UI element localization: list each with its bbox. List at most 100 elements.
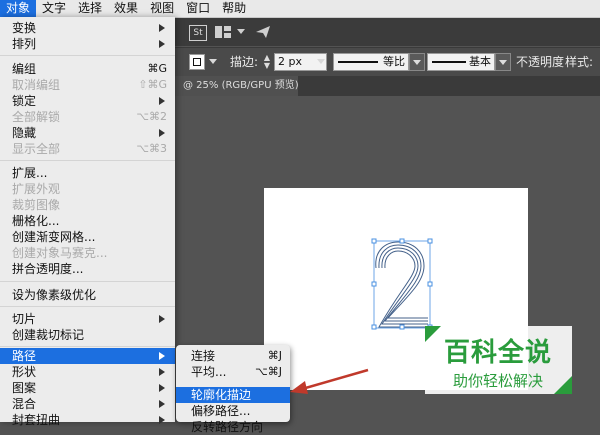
style-label[interactable]: 样式: [565, 55, 593, 69]
submenu-item-average[interactable]: 平均... ⌥⌘J [176, 364, 290, 380]
menu-item-label: 编组 [12, 62, 37, 76]
menu-item-gradient-mesh[interactable]: 创建渐变网格... [0, 229, 175, 245]
menubar-type[interactable]: 文字 [36, 0, 72, 17]
submenu-arrow-icon [159, 384, 165, 392]
menu-item-label: 图案 [12, 381, 37, 395]
menu-item-label: 创建渐变网格... [12, 230, 96, 244]
menubar-view[interactable]: 视图 [144, 0, 180, 17]
profile-dropdown-button[interactable] [409, 53, 425, 71]
menu-item-ungroup[interactable]: 取消编组 ⇧⌘G [0, 77, 175, 93]
menu-item-label: 全部解锁 [12, 110, 61, 124]
brush-dropdown-button[interactable] [495, 53, 511, 71]
menu-divider [0, 306, 175, 307]
menu-item-label: 路径 [12, 349, 37, 363]
menu-item-label: 变换 [12, 21, 37, 35]
menu-item-unlock-all[interactable]: 全部解锁 ⌥⌘2 [0, 109, 175, 125]
submenu-arrow-icon [159, 416, 165, 424]
submenu-item-offset-path[interactable]: 偏移路径... [176, 403, 290, 419]
menu-divider [0, 346, 175, 347]
menu-item-label: 混合 [12, 397, 37, 411]
menu-item-path[interactable]: 路径 [0, 348, 175, 364]
menu-item-trim-marks[interactable]: 创建裁切标记 [0, 327, 175, 343]
submenu-arrow-icon [159, 352, 165, 360]
brush-label: 基本 [469, 55, 491, 68]
profile-label: 等比 [383, 55, 405, 68]
menubar-select[interactable]: 选择 [72, 0, 108, 17]
submenu-item-label: 轮廓化描边 [191, 388, 252, 402]
stroke-color-swatch[interactable] [189, 54, 205, 70]
submenu-arrow-icon [159, 97, 165, 105]
menu-item-label: 隐藏 [12, 126, 37, 140]
menu-divider [0, 55, 175, 56]
menu-divider [0, 281, 175, 282]
menu-item-group[interactable]: 编组 ⌘G [0, 61, 175, 77]
menu-shortcut: ⌥⌘J [255, 365, 282, 378]
menu-item-rasterize[interactable]: 栅格化... [0, 213, 175, 229]
menu-item-object-mosaic[interactable]: 创建对象马赛克... [0, 245, 175, 261]
menu-item-label: 创建对象马赛克... [12, 246, 108, 260]
menu-shortcut: ⌥⌘2 [136, 110, 167, 123]
stock-button[interactable]: St [189, 25, 207, 41]
watermark-subtitle: 助你轻松解决 [453, 372, 544, 390]
menu-item-lock[interactable]: 锁定 [0, 93, 175, 109]
menu-item-show-all[interactable]: 显示全部 ⌥⌘3 [0, 141, 175, 157]
menu-item-pattern[interactable]: 图案 [0, 380, 175, 396]
menu-item-pixel-perfect[interactable]: 设为像素级优化 [0, 287, 175, 303]
annotation-arrow-icon [290, 368, 369, 394]
menu-item-label: 栅格化... [12, 214, 60, 228]
submenu-item-outline-stroke[interactable]: 轮廓化描边 [176, 387, 290, 403]
submenu-item-label: 平均... [191, 365, 227, 379]
chevron-down-icon[interactable] [317, 59, 325, 64]
submenu-arrow-icon [159, 368, 165, 376]
menu-item-envelope-distort[interactable]: 封套扭曲 [0, 412, 175, 428]
opacity-label[interactable]: 不透明度 [516, 55, 564, 69]
watermark-logo: 百科全说 助你轻松解决 [423, 324, 574, 396]
menu-item-label: 拼合透明度... [12, 262, 84, 276]
menubar-window[interactable]: 窗口 [180, 0, 216, 17]
chevron-down-icon[interactable] [237, 29, 245, 34]
menu-item-blend[interactable]: 混合 [0, 396, 175, 412]
menu-item-expand[interactable]: 扩展... [0, 165, 175, 181]
menu-item-arrange[interactable]: 排列 [0, 36, 175, 52]
watermark-title: 百科全说 [444, 338, 553, 368]
stroke-label: 描边: [230, 55, 259, 69]
submenu-arrow-icon [159, 40, 165, 48]
submenu-item-reverse-path[interactable]: 反转路径方向 [176, 419, 290, 435]
brush-definition[interactable]: 基本 [427, 53, 495, 71]
menu-shortcut: ⇧⌘G [138, 78, 167, 91]
send-icon[interactable] [255, 25, 271, 39]
menu-divider [0, 160, 175, 161]
menubar-effect[interactable]: 效果 [108, 0, 144, 17]
menu-item-shape[interactable]: 形状 [0, 364, 175, 380]
menu-item-hide[interactable]: 隐藏 [0, 125, 175, 141]
submenu-item-label: 反转路径方向 [191, 420, 264, 434]
menu-item-transform[interactable]: 变换 [0, 20, 175, 36]
selected-number-two-artwork[interactable] [368, 238, 438, 330]
menu-item-expand-appearance[interactable]: 扩展外观 [0, 181, 175, 197]
menu-item-label: 创建裁切标记 [12, 328, 85, 342]
menubar-object[interactable]: 对象 [0, 0, 37, 17]
menu-item-label: 扩展... [12, 166, 48, 180]
menu-item-label: 封套扭曲 [12, 413, 61, 427]
menu-item-crop-image[interactable]: 裁剪图像 [0, 197, 175, 213]
submenu-item-join[interactable]: 连接 ⌘J [176, 348, 290, 364]
app-toolbar: St [175, 18, 600, 46]
menubar-help[interactable]: 帮助 [216, 0, 252, 17]
stroke-stepper[interactable]: ▲ ▼ [263, 54, 271, 70]
chevron-down-icon[interactable] [209, 59, 217, 64]
path-submenu: 连接 ⌘J 平均... ⌥⌘J 轮廓化描边 偏移路径... 反转路径方向 [176, 345, 290, 434]
menu-item-flatten-transparency[interactable]: 拼合透明度... [0, 261, 175, 277]
menu-item-label: 锁定 [12, 94, 37, 108]
variable-width-profile[interactable]: 等比 [333, 53, 409, 71]
menu-item-label: 扩展外观 [12, 182, 61, 196]
submenu-arrow-icon [159, 129, 165, 137]
menu-item-label: 排列 [12, 37, 37, 51]
menu-item-label: 切片 [12, 312, 37, 326]
document-tab[interactable]: @ 25% (RGB/GPU 预览) [175, 76, 299, 96]
menu-shortcut: ⌘G [147, 62, 167, 75]
menu-item-slice[interactable]: 切片 [0, 311, 175, 327]
menu-item-label: 显示全部 [12, 142, 61, 156]
arrange-documents-icon[interactable] [215, 26, 231, 38]
submenu-arrow-icon [159, 24, 165, 32]
object-menu: 变换 排列 编组 ⌘G 取消编组 ⇧⌘G 锁定 全部解锁 ⌥⌘2 隐藏 显示全部 ⌥⌘3… [0, 17, 175, 427]
